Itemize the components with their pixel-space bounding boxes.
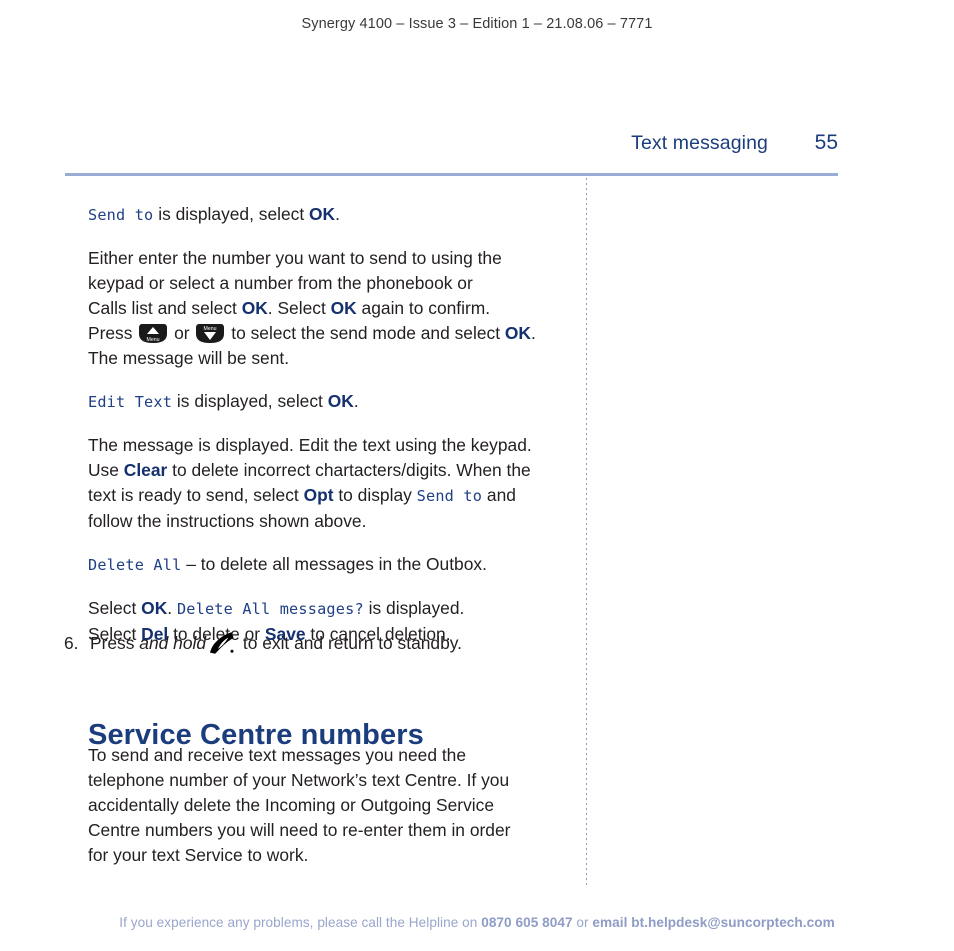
- text-run: to delete incorrect chartacters/digits. …: [167, 460, 531, 480]
- text-line: telephone number of your Network’s text …: [88, 770, 510, 790]
- text-run: .: [353, 391, 359, 411]
- svg-text:Menu: Menu: [147, 337, 160, 343]
- paragraph-service-centre: To send and receive text messages you ne…: [88, 743, 588, 868]
- text-run: .: [335, 204, 340, 224]
- paragraph-delete-all: Delete All – to delete all messages in t…: [88, 552, 588, 578]
- bold-ok: OK: [330, 298, 357, 318]
- text-run: Press: [88, 323, 138, 343]
- bold-opt: Opt: [303, 485, 334, 505]
- lcd-edit-text: Edit Text: [88, 393, 173, 411]
- text-run: Calls list and select: [88, 298, 242, 318]
- footer-text: If you experience any problems, please c…: [119, 915, 482, 930]
- text-run: to display: [333, 485, 417, 505]
- lcd-delete-all-messages: Delete All messages?: [176, 600, 364, 618]
- numbered-step-6: 6. Press and hold to exit and return to …: [64, 631, 584, 656]
- paragraph-enter-number: Either enter the number you want to send…: [88, 246, 588, 371]
- text-run: text is ready to send, select: [88, 485, 304, 505]
- text-line: accidentally delete the Incoming or Outg…: [88, 795, 495, 815]
- footer-email[interactable]: email bt.helpdesk@suncorptech.com: [592, 915, 834, 930]
- svg-text:Menu: Menu: [204, 326, 217, 332]
- text-run: is displayed.: [363, 598, 465, 618]
- header-rule: [65, 173, 838, 176]
- text-line: To send and receive text messages you ne…: [88, 745, 466, 765]
- text-run: Select: [88, 598, 142, 618]
- text-run: is displayed, select: [172, 391, 328, 411]
- bold-ok: OK: [241, 298, 268, 318]
- chapter-header: Text messaging 55: [65, 131, 838, 155]
- text-run: Use: [88, 460, 124, 480]
- footer-text: or: [572, 915, 593, 930]
- menu-down-key-icon: Menu: [195, 323, 225, 344]
- text-line: keypad or select a number from the phone…: [88, 273, 473, 293]
- text-run: .: [167, 598, 177, 618]
- paragraph-message-displayed: The message is displayed. Edit the text …: [88, 433, 588, 534]
- text-line: follow the instructions shown above.: [88, 511, 367, 531]
- paragraph-edit-text: Edit Text is displayed, select OK.: [88, 389, 588, 415]
- text-run: Press: [90, 633, 140, 653]
- bold-ok: OK: [141, 598, 168, 618]
- bold-ok: OK: [309, 204, 336, 224]
- page-footer: If you experience any problems, please c…: [0, 915, 954, 930]
- text-run: again to confirm.: [356, 298, 491, 318]
- text-line: for your text Service to work.: [88, 845, 309, 865]
- text-run: – to delete all messages in the Outbox.: [181, 554, 487, 574]
- chapter-title: Text messaging: [631, 132, 768, 154]
- text-run: . Select: [267, 298, 331, 318]
- text-run: is displayed, select: [153, 204, 310, 224]
- running-head: Synergy 4100 – Issue 3 – Edition 1 – 21.…: [301, 16, 653, 32]
- lcd-delete-all: Delete All: [88, 556, 182, 574]
- menu-up-key-icon: Menu: [138, 323, 168, 344]
- page-number: 55: [814, 131, 838, 154]
- text-run: or: [169, 323, 195, 343]
- bold-ok: OK: [327, 391, 354, 411]
- text-line: Either enter the number you want to send…: [88, 248, 502, 268]
- closing-paragraph-column: To send and receive text messages you ne…: [88, 743, 588, 886]
- text-line: Centre numbers you will need to re-enter…: [88, 820, 511, 840]
- footer-phone-number: 0870 605 8047: [481, 915, 573, 930]
- lcd-send-to: Send to: [88, 206, 154, 224]
- text-run: .: [530, 323, 536, 343]
- step-number: 6.: [64, 633, 79, 653]
- main-text-column: Send to is displayed, select OK. Either …: [88, 202, 588, 665]
- text-run: to exit and return to standby.: [238, 633, 462, 653]
- text-line: The message is displayed. Edit the text …: [88, 435, 532, 455]
- bold-clear: Clear: [123, 460, 168, 480]
- emphasis-and-hold: and hold: [139, 633, 207, 653]
- hangup-key-icon: [209, 631, 236, 655]
- bold-ok: OK: [504, 323, 531, 343]
- text-line: The message will be sent.: [88, 348, 290, 368]
- text-run: and: [482, 485, 516, 505]
- text-run: to select the send mode and select: [226, 323, 505, 343]
- step-text: Press and hold to exit and return to sta…: [90, 631, 584, 656]
- lcd-send-to: Send to: [416, 487, 483, 505]
- paragraph-send-to: Send to is displayed, select OK.: [88, 202, 588, 228]
